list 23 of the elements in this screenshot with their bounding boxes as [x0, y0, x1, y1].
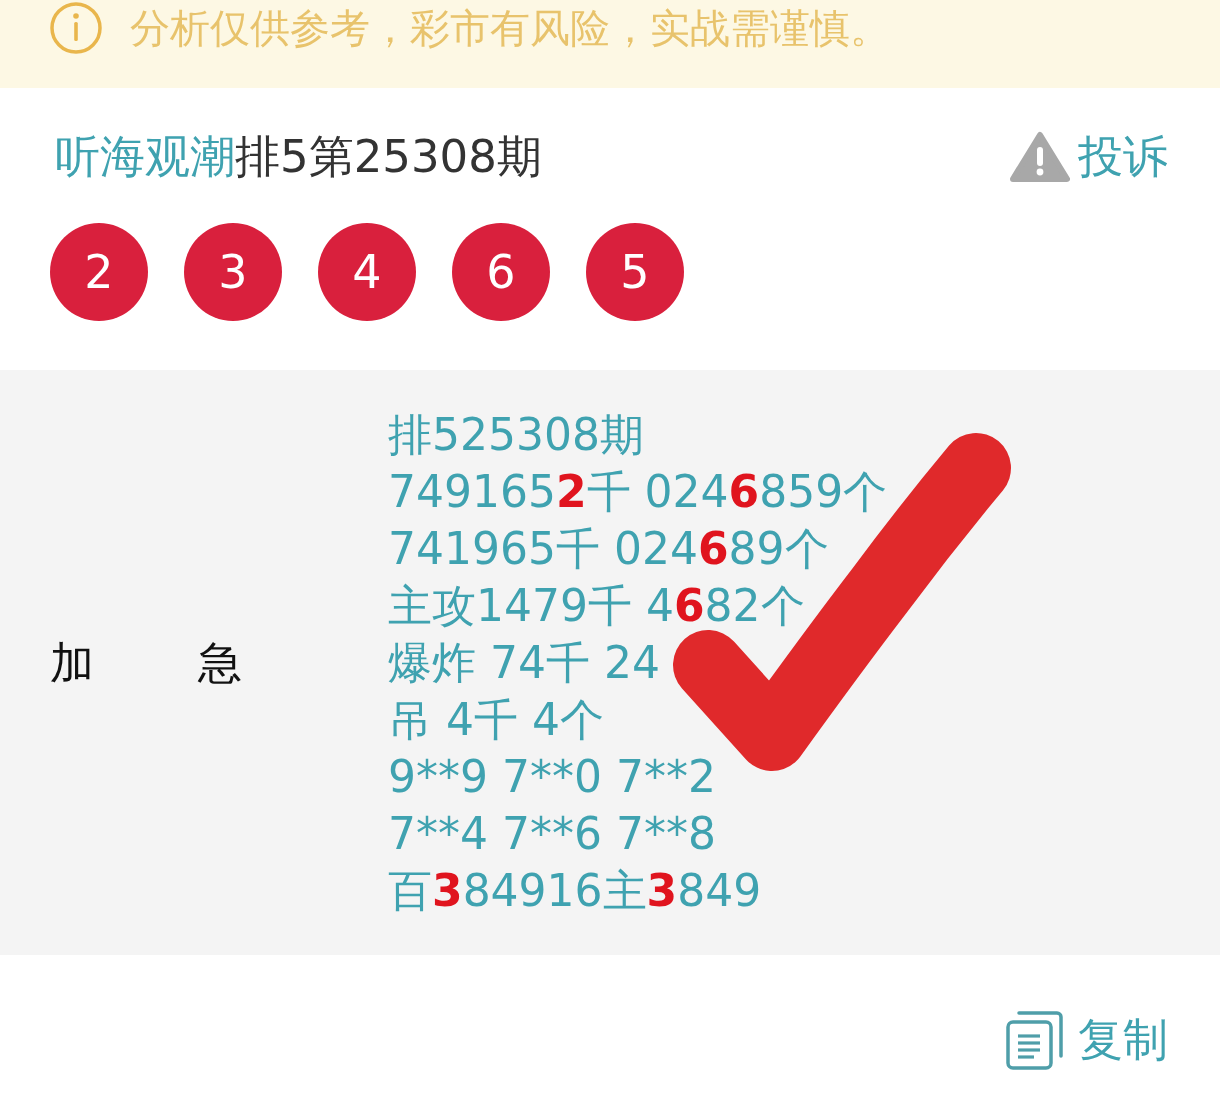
warning-icon [1010, 131, 1070, 183]
copy-icon [1006, 1010, 1064, 1070]
post-line: 9**9 7**0 7**2 [388, 750, 717, 804]
post-line: 主攻1479千 4682个 [388, 579, 806, 633]
notice-text: 分析仅供参考，彩市有风险，实战需谨慎。 [130, 4, 890, 53]
post-label: 加 急 [50, 636, 242, 690]
copy-button[interactable]: 复制 [1006, 1010, 1168, 1070]
post-line: 吊 4千 4个 [388, 693, 605, 747]
number-ball: 2 [50, 223, 148, 321]
post-line: 百384916主3849 [388, 864, 763, 918]
post-title: 排5第25308期 [235, 130, 542, 183]
number-ball: 5 [586, 223, 684, 321]
post-line: 7**4 7**6 7**8 [388, 807, 717, 861]
number-ball: 6 [452, 223, 550, 321]
complain-button[interactable]: 投诉 [1010, 128, 1168, 186]
info-icon [50, 2, 102, 54]
post-line: 741965千 024689个 [388, 522, 830, 576]
number-ball: 4 [318, 223, 416, 321]
post-line: 排525308期 [388, 408, 645, 462]
post-line: 爆炸 74千 24 [388, 636, 661, 690]
number-ball: 3 [184, 223, 282, 321]
author-name[interactable]: 听海观潮 [55, 130, 235, 183]
post-line: 7491652千 0246859个 [388, 465, 888, 519]
